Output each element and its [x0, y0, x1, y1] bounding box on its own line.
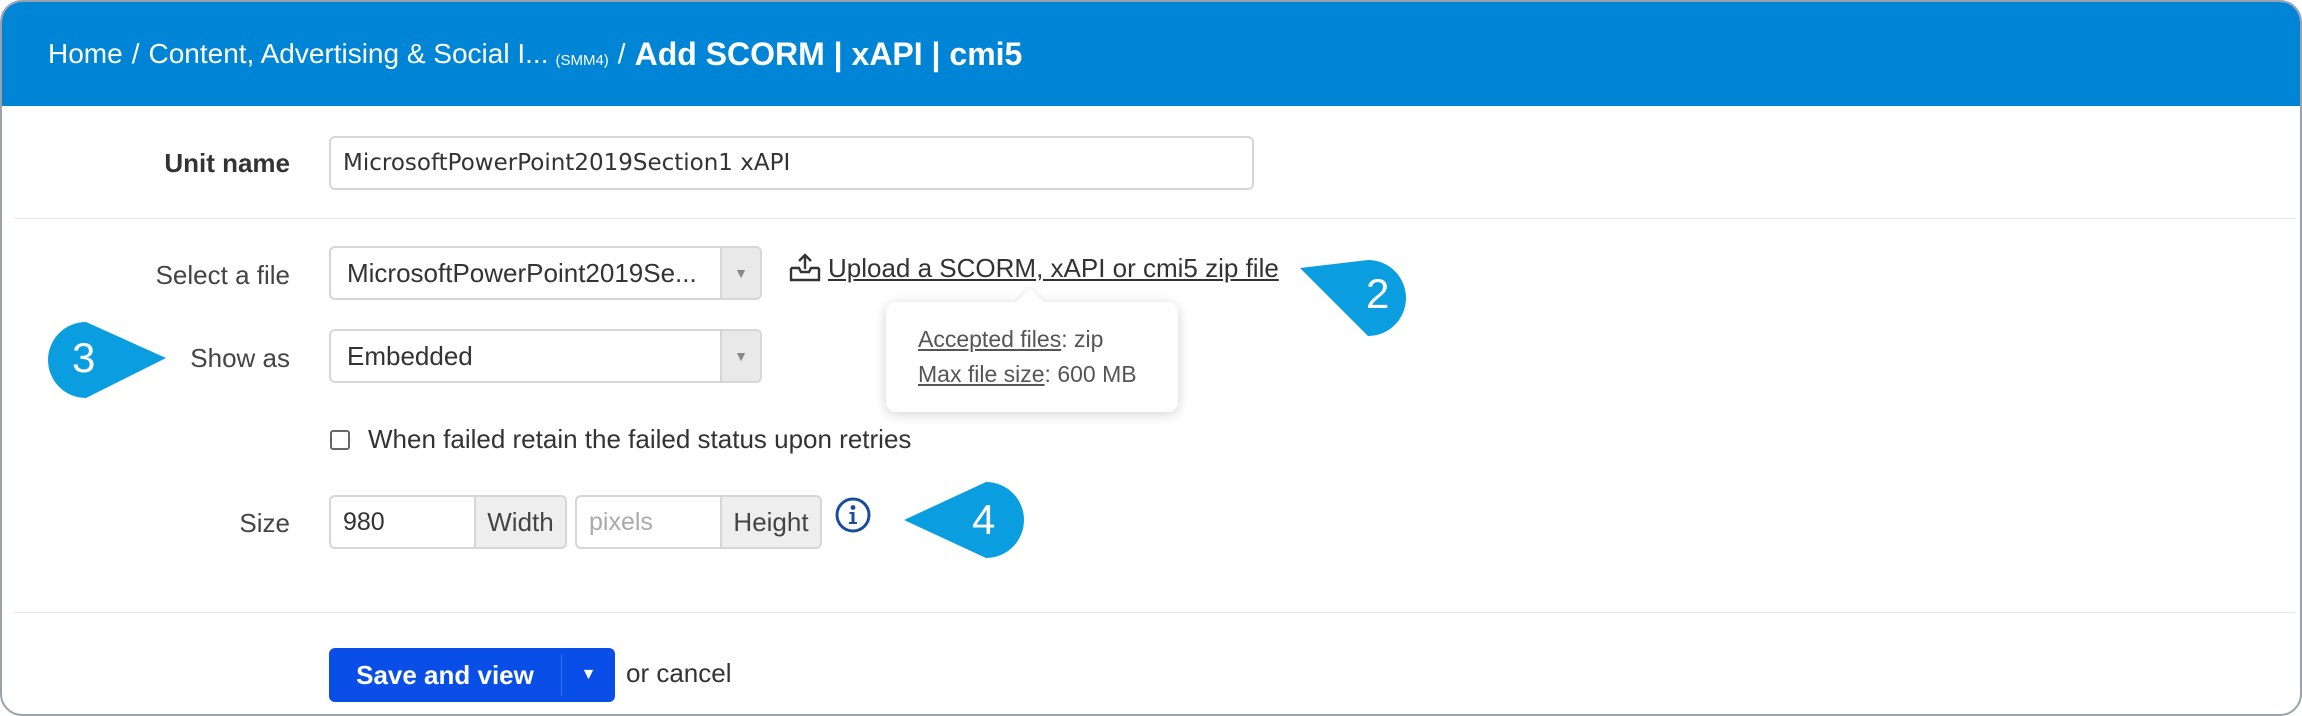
unit-name-label: Unit name: [164, 148, 290, 178]
breadcrumb-separator: /: [131, 38, 140, 69]
tooltip-caret: [1015, 287, 1045, 317]
height-input-group: pixels Height: [575, 495, 822, 549]
chevron-down-icon: ▼: [580, 666, 597, 683]
upload-tray-icon: [789, 253, 821, 282]
select-file-label: Select a file: [155, 260, 290, 290]
info-circle-icon[interactable]: [834, 496, 872, 534]
triangle-down-icon: ▼: [720, 248, 760, 298]
max-file-size-label: Max file size: [918, 361, 1045, 387]
tooltip-accepted-row: Accepted files: zip: [918, 322, 1178, 357]
app-window: Home / Content, Advertising & Social I..…: [0, 0, 2302, 716]
select-file-dropdown[interactable]: MicrosoftPowerPoint2019Se... ▼: [329, 246, 762, 300]
save-options-dropdown-button[interactable]: ▼: [562, 648, 615, 702]
upload-zip-link[interactable]: Upload a SCORM, xAPI or cmi5 zip file: [788, 248, 1279, 288]
page-header: Home / Content, Advertising & Social I..…: [2, 2, 2300, 106]
width-input-group: 980 Width: [329, 495, 567, 549]
cancel-link[interactable]: cancel: [656, 658, 731, 688]
cancel-area: or cancel: [626, 658, 732, 689]
save-and-view-button[interactable]: Save and view: [329, 648, 561, 702]
show-as-value: Embedded: [347, 340, 473, 371]
show-as-dropdown[interactable]: Embedded ▼: [329, 329, 762, 383]
width-addon: Width: [474, 495, 567, 549]
upload-link-text: Upload a SCORM, xAPI or cmi5 zip file: [828, 252, 1279, 283]
callout-3-marker: [48, 322, 166, 398]
callout-3-shape: [48, 322, 166, 398]
triangle-down-icon: ▼: [720, 331, 760, 381]
breadcrumb-course-link[interactable]: Content, Advertising & Social I...: [148, 38, 548, 70]
height-input[interactable]: pixels: [575, 495, 720, 549]
breadcrumb-separator: /: [617, 38, 626, 69]
retain-failed-label[interactable]: When failed retain the failed status upo…: [368, 424, 911, 455]
unit-name-input[interactable]: MicrosoftPowerPoint2019Section1 xAPI: [329, 136, 1254, 190]
accepted-files-value: : zip: [1061, 326, 1104, 352]
page-title: Add SCORM | xAPI | cmi5: [634, 35, 1023, 72]
height-addon: Height: [720, 495, 822, 549]
callout-4-shape: [904, 482, 1024, 558]
breadcrumb-course-code: (SMM4): [555, 51, 609, 69]
breadcrumb: Home / Content, Advertising & Social I..…: [48, 2, 1022, 106]
size-label: Size: [239, 508, 290, 538]
width-input[interactable]: 980: [329, 495, 474, 549]
retain-failed-checkbox[interactable]: [330, 430, 350, 450]
tooltip-max-row: Max file size: 600 MB: [918, 357, 1178, 392]
breadcrumb-home-link[interactable]: Home: [48, 38, 123, 70]
section-divider: [14, 218, 2296, 219]
max-file-size-value: : 600 MB: [1044, 361, 1137, 387]
callout-2-marker: [1300, 260, 1406, 336]
save-and-view-split-button: Save and view ▼: [329, 648, 615, 702]
accepted-files-label: Accepted files: [918, 326, 1062, 352]
select-file-value: MicrosoftPowerPoint2019Se...: [347, 257, 697, 288]
callout-4-marker: [904, 482, 1024, 558]
callout-2-shape: [1300, 260, 1406, 336]
or-text: or: [626, 658, 657, 688]
upload-info-tooltip: Accepted files: zip Max file size: 600 M…: [886, 287, 1178, 412]
section-divider: [14, 612, 2296, 613]
